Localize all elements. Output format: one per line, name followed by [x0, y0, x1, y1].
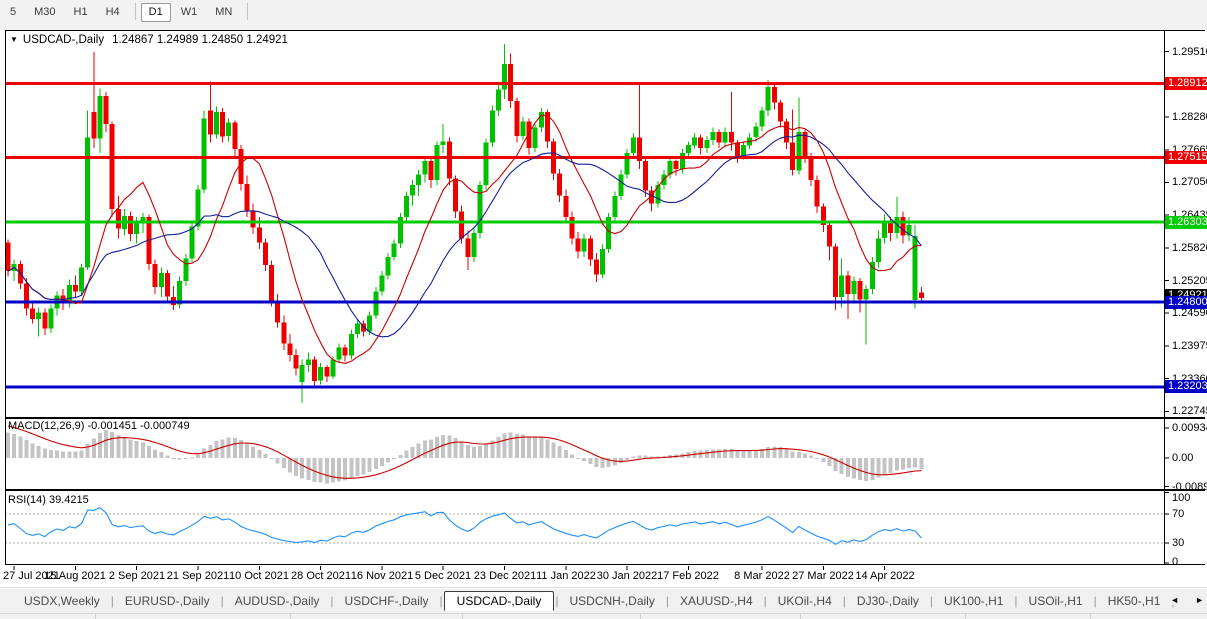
macd-indicator-name: MACD(12,26,9)	[8, 420, 84, 432]
macd-panel-label: MACD(12,26,9) -0.001451 -0.000749	[8, 420, 190, 432]
macd-indicator-values: -0.001451 -0.000749	[87, 420, 189, 432]
date-axis-label: 28 Oct 2021	[291, 570, 351, 582]
tab-usdcad-daily[interactable]: USDCAD-,Daily	[444, 591, 555, 611]
date-axis-label: 30 Jan 2022	[597, 570, 658, 582]
hline-price-tag: 1.24800	[1165, 296, 1207, 309]
ma-10-line	[8, 115, 921, 363]
hline-price-tag: 1.23203	[1165, 380, 1207, 393]
macd-histogram	[6, 430, 923, 483]
price-axis-tick: 1.25205	[1172, 275, 1207, 287]
rsi-axis-tick: 100	[1172, 492, 1190, 504]
date-axis-label: 10 Oct 2021	[229, 570, 289, 582]
price-axis-tick: 1.29510	[1172, 46, 1207, 58]
price-chart[interactable]	[0, 0, 1207, 619]
date-axis-label: 16 Nov 2021	[351, 570, 413, 582]
chart-title: ▼ USDCAD-,Daily 1.24867 1.24989 1.24850 1.…	[10, 34, 288, 46]
macd-axis-tick: 0.009345	[1172, 422, 1207, 434]
macd-axis-tick: 0.00	[1172, 452, 1193, 464]
chart-ohlc-values: 1.24867 1.24989 1.24850 1.24921	[112, 34, 288, 46]
rsi-panel-label: RSI(14) 39.4215	[8, 494, 89, 506]
date-axis-label: 17 Feb 2022	[657, 570, 719, 582]
axis-ticks	[14, 52, 1169, 570]
trading-terminal-window: 5M30H1H4D1W1MN ▼USDCAD-,Daily1.24867 1.2…	[0, 0, 1207, 619]
hline-price-tag: 1.28912	[1165, 77, 1207, 90]
date-axis-label: 8 Mar 2022	[734, 570, 790, 582]
hline-price-tag: 1.27515	[1165, 151, 1207, 164]
panel-borders	[5, 30, 1205, 565]
date-axis-label: 2 Sep 2021	[109, 570, 165, 582]
price-axis-tick: 1.27050	[1172, 176, 1207, 188]
chart-symbol-label: USDCAD-,Daily	[23, 34, 104, 46]
rsi-indicator-name: RSI(14)	[8, 494, 46, 506]
rsi-indicator-value: 39.4215	[49, 494, 89, 506]
rsi-axis-tick: 0	[1172, 556, 1178, 568]
price-axis-tick: 1.23975	[1172, 340, 1207, 352]
price-axis-tick: 1.25820	[1172, 242, 1207, 254]
hline-price-tag: 1.26303	[1165, 216, 1207, 229]
date-axis-label: 11 Jan 2022	[536, 570, 596, 582]
date-axis-label: 5 Dec 2021	[415, 570, 471, 582]
rsi-line	[8, 508, 921, 545]
ma-20-line	[8, 135, 921, 337]
date-axis-label: 14 Apr 2022	[855, 570, 914, 582]
rsi-axis-tick: 70	[1172, 508, 1184, 520]
date-axis-label: 21 Sep 2021	[167, 570, 229, 582]
date-axis-label: 27 Mar 2022	[792, 570, 854, 582]
rsi-axis-tick: 30	[1172, 537, 1184, 549]
dropdown-triangle-icon[interactable]: ▼	[10, 35, 18, 44]
date-axis-label: 23 Dec 2021	[474, 570, 536, 582]
price-axis-tick: 1.28280	[1172, 111, 1207, 123]
macd-signal-line	[8, 426, 921, 478]
date-axis-label: 15 Aug 2021	[44, 570, 106, 582]
price-axis-tick: 1.22745	[1172, 405, 1207, 417]
